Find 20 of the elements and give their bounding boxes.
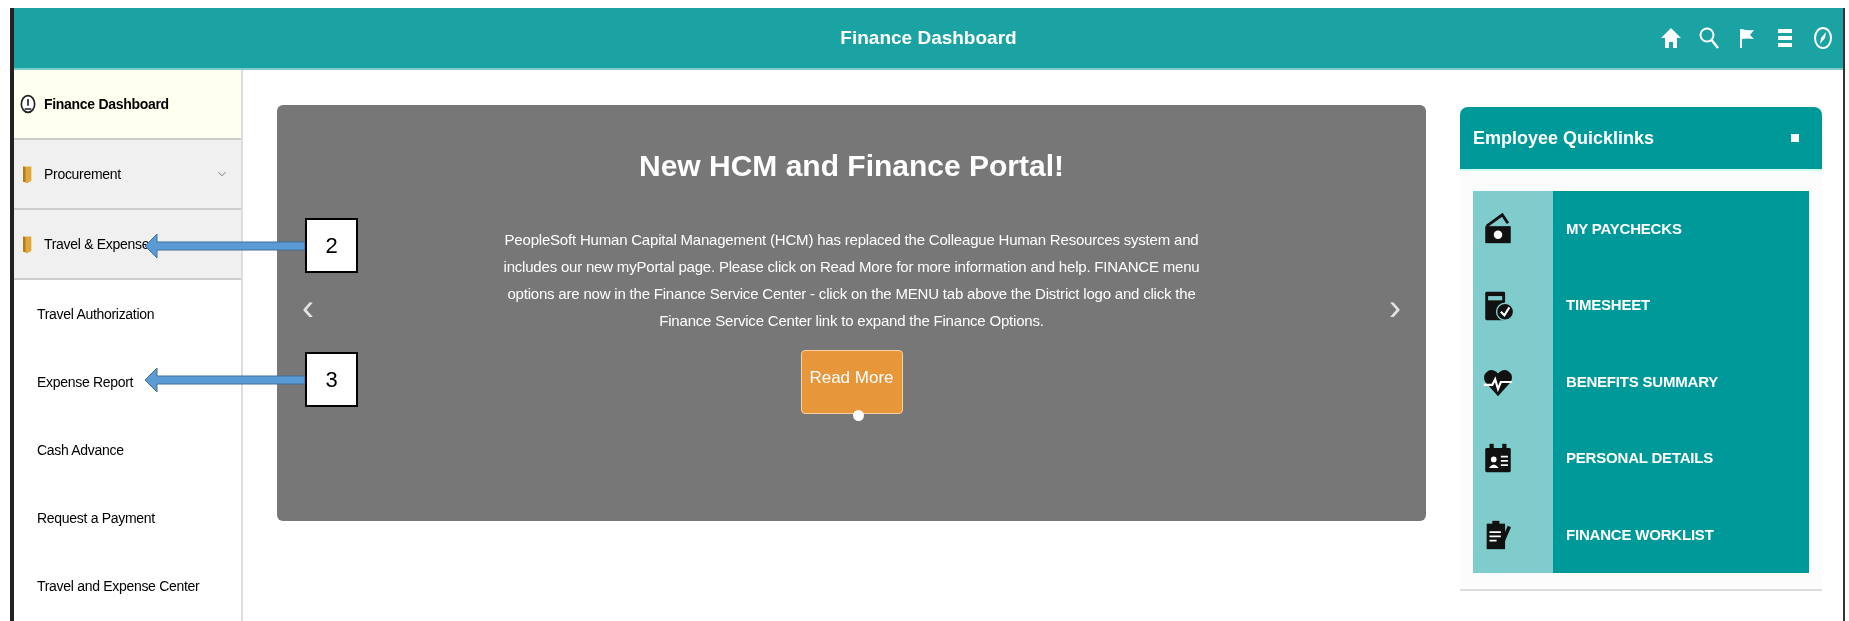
compass-icon[interactable] xyxy=(1811,25,1835,51)
carousel-title: New HCM and Finance Portal! xyxy=(638,148,1065,184)
submenu-link[interactable]: Expense Report xyxy=(37,371,134,393)
search-icon[interactable] xyxy=(1697,25,1721,51)
callout-number: 3 xyxy=(305,352,358,407)
sidebar-item[interactable]: Finance Dashboard xyxy=(14,70,241,140)
previous-button[interactable]: ‹ xyxy=(302,290,314,326)
submenu-link[interactable]: Travel and Expense Center xyxy=(37,575,200,597)
home-icon[interactable] xyxy=(1659,25,1683,51)
submenu-link[interactable]: Cash Advance xyxy=(37,439,124,461)
submenu-link[interactable]: Request a Payment xyxy=(37,507,155,529)
next-button[interactable]: › xyxy=(1389,290,1401,326)
gauge-icon xyxy=(18,93,38,115)
sidebar-item[interactable]: Procurement xyxy=(14,140,241,210)
panel-title: Employee Quicklinks xyxy=(1473,126,1655,150)
submenu-link[interactable]: Travel Authorization xyxy=(37,303,155,325)
callout-number: 2 xyxy=(305,218,358,273)
sidebar-item[interactable]: Travel & Expense xyxy=(14,210,241,280)
page-title: Finance Dashboard xyxy=(840,25,1017,50)
carousel-text: PeopleSoft Human Capital Management (HCM) has replaced the Colleague Human Resources system and includes our new myPortal page. Please click on Read More for more information and help. FINANCE menu options are now in the Finance Service Center - click on the MENU tab above the District logo and click the Finance Service Center link to expand the Finance Options. xyxy=(502,230,1201,331)
